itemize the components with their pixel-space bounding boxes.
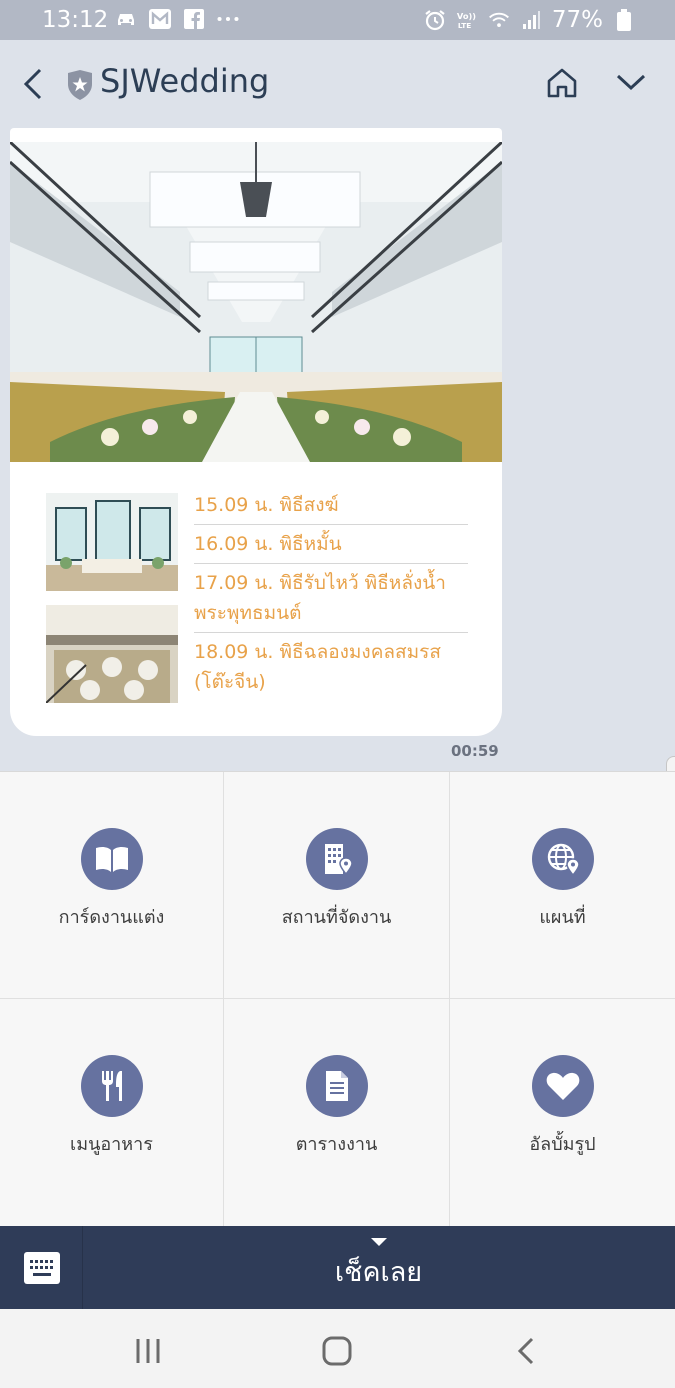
home-nav-button[interactable] <box>317 1331 357 1371</box>
battery-icon <box>613 9 635 31</box>
volte-icon: Vo)) LTE <box>456 9 478 31</box>
recent-apps-button[interactable] <box>128 1331 168 1371</box>
menu-item-label: เมนูอาหาร <box>70 1134 153 1155</box>
android-nav-bar <box>0 1309 675 1388</box>
heart-icon <box>531 1055 594 1117</box>
svg-text:Vo)): Vo)) <box>457 11 476 21</box>
status-bar: 13:12 Vo)) LTE 77% <box>0 0 675 40</box>
chevron-down-icon <box>616 74 646 91</box>
schedule-item[interactable]: 17.09 น. พิธีรับไหว้ พิธีหลั่งน้ำพระพุทธ… <box>194 564 468 633</box>
recent-apps-icon <box>136 1339 160 1363</box>
menu-item-label: สถานที่จัดงาน <box>281 907 392 928</box>
menu-item-label: อัลบั้มรูป <box>529 1134 596 1155</box>
svg-text:LTE: LTE <box>458 21 471 30</box>
back-nav-button[interactable] <box>508 1331 548 1371</box>
more-dots-icon <box>217 8 239 30</box>
back-arrow-icon <box>517 1337 534 1365</box>
bottom-bar: เช็คเลย <box>0 1226 675 1309</box>
menu-item-schedule[interactable]: ตารางงาน <box>224 999 450 1227</box>
schedule-item[interactable]: 15.09 น. พิธีสงฆ์ <box>194 486 468 525</box>
car-icon <box>115 8 137 30</box>
verified-shield-icon <box>66 70 94 100</box>
expand-menu-button[interactable] <box>615 70 647 94</box>
rich-menu-toggle-label[interactable]: เช็คเลย <box>82 1250 675 1293</box>
globe-location-icon <box>531 828 594 890</box>
menu-item-label: แผนที่ <box>539 907 586 928</box>
menu-item-venue[interactable]: สถานที่จัดงาน <box>224 772 450 999</box>
rich-menu: การ์ดงานแต่ง สถานที่จัดงาน แผนที่ เมนูอา… <box>0 771 675 1227</box>
back-button[interactable] <box>20 66 50 102</box>
schedule-item[interactable]: 16.09 น. พิธีหมั้น <box>194 525 468 564</box>
chevron-left-icon <box>23 68 42 100</box>
facebook-icon <box>183 8 205 30</box>
home-button[interactable] <box>545 66 579 100</box>
menu-item-map[interactable]: แผนที่ <box>450 772 675 999</box>
book-icon <box>80 828 143 890</box>
document-icon <box>305 1055 368 1117</box>
chat-header: SJWedding <box>0 40 675 128</box>
menu-item-food-menu[interactable]: เมนูอาหาร <box>0 999 224 1227</box>
alarm-icon <box>424 9 446 31</box>
mail-icon <box>149 8 171 30</box>
home-icon <box>547 68 577 98</box>
message-time: 00:59 <box>451 742 499 760</box>
menu-item-label: การ์ดงานแต่ง <box>58 907 165 928</box>
schedule-list: 15.09 น. พิธีสงฆ์ 16.09 น. พิธีหมั้น 17.… <box>194 486 468 701</box>
banquet-hall-thumbnail <box>46 605 178 703</box>
signal-icon <box>520 9 542 31</box>
battery-percent: 77% <box>551 7 603 33</box>
keyboard-icon <box>24 1252 60 1284</box>
menu-item-label: ตารางงาน <box>295 1134 378 1155</box>
fork-knife-icon <box>80 1055 143 1117</box>
chat-title: SJWedding <box>100 62 270 100</box>
collapse-caret-icon[interactable] <box>371 1238 387 1246</box>
schedule-item[interactable]: 18.09 น. พิธีฉลองมงคลสมรส (โต๊ะจีน) <box>194 633 468 701</box>
ceremony-room-thumbnail <box>46 493 178 591</box>
status-time: 13:12 <box>42 7 109 33</box>
wifi-icon <box>488 9 510 31</box>
building-location-icon <box>305 828 368 890</box>
system-icons: Vo)) LTE 77% <box>424 7 635 33</box>
menu-item-album[interactable]: อัลบั้มรูป <box>450 999 675 1227</box>
message-bubble[interactable]: 15.09 น. พิธีสงฆ์ 16.09 น. พิธีหมั้น 17.… <box>10 128 502 736</box>
keyboard-toggle-button[interactable] <box>0 1226 83 1309</box>
wedding-venue-photo <box>10 142 502 462</box>
menu-item-wedding-card[interactable]: การ์ดงานแต่ง <box>0 772 224 999</box>
notification-icons <box>115 8 239 30</box>
home-circle-icon <box>322 1336 352 1366</box>
